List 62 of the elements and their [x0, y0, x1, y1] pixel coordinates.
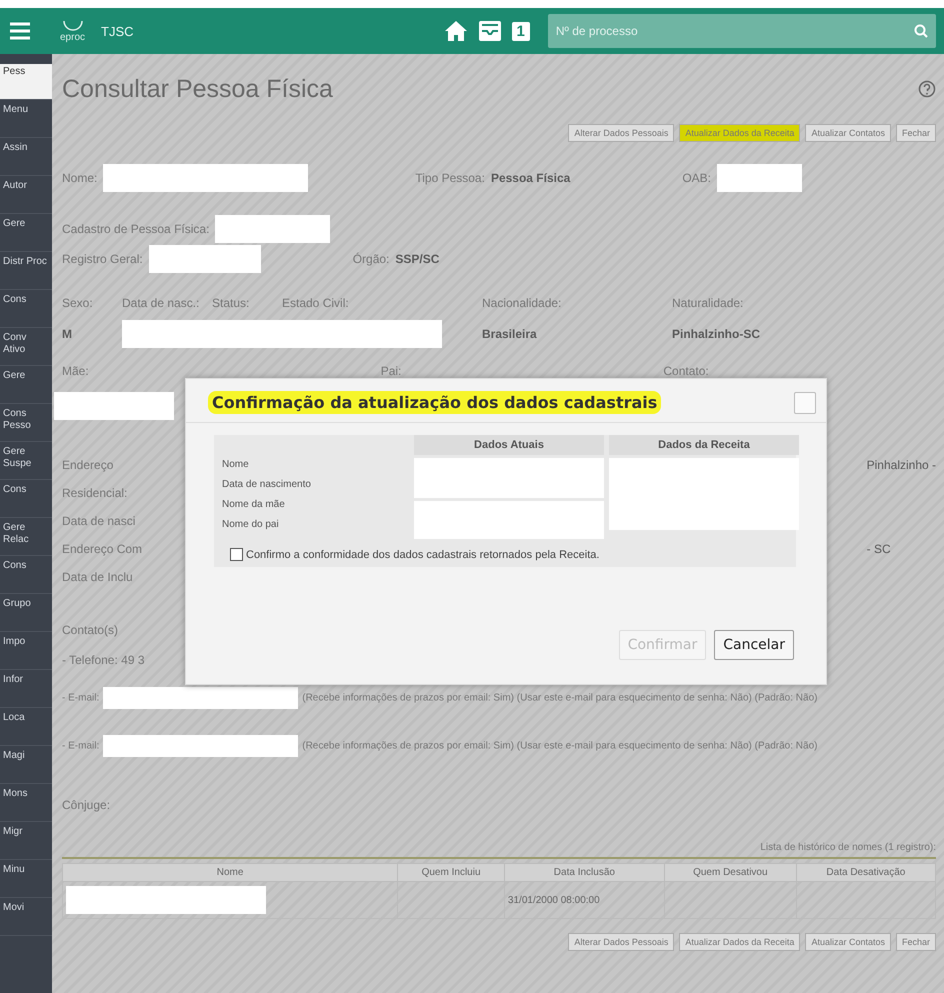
column-header: Data Inclusão — [504, 864, 664, 882]
search-icon[interactable] — [914, 24, 928, 38]
field-label: Naturalidade: — [672, 296, 744, 310]
field-label: Nome da mãe — [221, 498, 286, 512]
column-header: Nome — [62, 864, 398, 882]
field-label: Residencial: — [62, 486, 128, 500]
column-header: Dados Atuais — [414, 435, 604, 455]
field-label: OAB: — [682, 171, 712, 185]
field-value: Pinhalzinho-SC — [672, 327, 761, 341]
app-logo: eproc — [60, 20, 86, 42]
field-value: Pinhalzinho - — [866, 458, 936, 472]
inbox-icon[interactable] — [478, 20, 502, 42]
sidebar-item[interactable]: Pess — [0, 64, 52, 100]
court-name: TJSC — [101, 24, 134, 38]
field-value: Brasileira — [482, 327, 538, 341]
checkbox[interactable] — [230, 548, 243, 561]
email-note: (Recebe informações de prazos por email: Sim) (Usar este e-mail para esquecimento de senha: Não) (Padrão: Não) — [302, 692, 818, 704]
field-label: Cadastro de Pessoa Física: — [62, 222, 210, 236]
section-title: Contato(s) — [62, 623, 118, 637]
field-label: Sexo: — [62, 296, 94, 310]
column-header: Data Desativação — [796, 864, 936, 882]
checkbox-label: Confirmo a conformidade dos dados cadastrais retornados pela Receita. — [246, 548, 600, 560]
field-label: Nome do pai — [221, 518, 280, 532]
help-icon[interactable] — [918, 80, 936, 98]
home-icon[interactable] — [444, 20, 468, 42]
menu-icon[interactable] — [8, 21, 32, 41]
field-label: Data de nascimento — [221, 478, 312, 492]
field-label: Estado Civil: — [282, 296, 350, 310]
field-label: Registro Geral: — [62, 252, 143, 266]
field-value: M — [62, 327, 73, 341]
field-label: Nome: — [62, 171, 98, 185]
phone-text: - Telefone: 49 3 — [62, 653, 145, 667]
field-label: Contato: — [663, 364, 709, 378]
field-label: Cônjuge: — [62, 798, 110, 812]
column-header: Quem Incluiu — [398, 864, 504, 882]
dialog-title: Confirmação da atualização dos dados cadastrais — [208, 391, 662, 414]
field-value: Pessoa Física — [490, 171, 570, 185]
page-title: Consultar Pessoa Física — [62, 74, 333, 104]
field-label: Nacionalidade: — [482, 296, 562, 310]
column-header: Quem Desativou — [664, 864, 796, 882]
field-label: Nome — [221, 458, 250, 472]
field-label: Data de Inclu — [62, 570, 133, 584]
field-label: Mãe: — [62, 364, 89, 378]
field-value: SSP/SC — [395, 252, 440, 266]
field-value: - SC — [866, 542, 892, 556]
field-label: Endereço — [62, 458, 114, 472]
table-caption: Lista de histórico de nomes (1 registro): — [62, 842, 936, 859]
column-header: Dados da Receita — [609, 435, 799, 455]
field-label: - E-mail: — [62, 692, 100, 704]
field-label: Data de nasc.: — [122, 296, 200, 310]
field-label: Status: — [212, 296, 250, 310]
search-field[interactable]: Nº de processo — [548, 14, 936, 48]
field-label: Data de nasci — [62, 514, 136, 528]
email-note: (Recebe informações de prazos por email: Sim) (Usar este e-mail para esquecimento de senha: Não) (Padrão: Não) — [302, 740, 818, 752]
field-label: Tipo Pessoa: — [415, 171, 485, 185]
field-label: Órgão: — [352, 252, 390, 266]
count-badge[interactable]: 1 — [512, 22, 530, 40]
field-label: Endereço Com — [62, 542, 142, 556]
table-cell: 31/01/2000 08:00:00 — [504, 882, 664, 918]
dialog-button[interactable]: Cancelar — [714, 630, 794, 660]
field-label: - E-mail: — [62, 740, 100, 752]
field-label: Pai: — [380, 364, 402, 378]
